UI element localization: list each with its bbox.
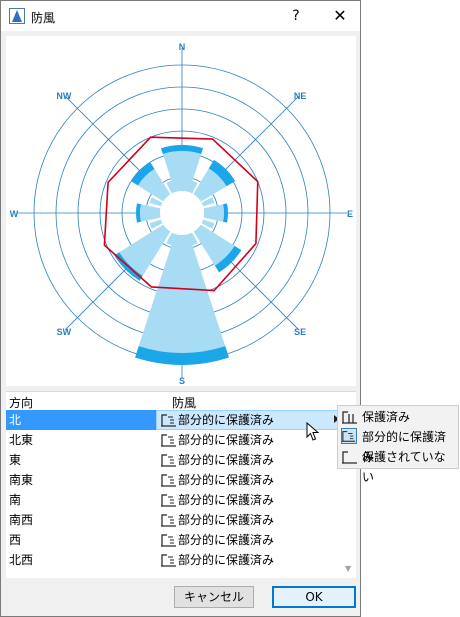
- submenu-item-unprotected[interactable]: 保護されていない: [340, 447, 456, 484]
- row-protection-label: 部分的に保護済み: [178, 493, 275, 507]
- list-row-west[interactable]: 西 部分的に保護済み: [6, 530, 341, 550]
- direction-label-s: S: [179, 376, 185, 386]
- help-button[interactable]: ?: [279, 1, 313, 31]
- row-direction: 南: [9, 493, 22, 507]
- partially-protected-icon: [161, 534, 176, 547]
- direction-label-w: W: [10, 209, 19, 219]
- row-protection-dropdown[interactable]: 部分的に保護済み: [156, 530, 341, 550]
- direction-label-sw: SW: [57, 327, 72, 337]
- list-header: 方向 防風: [6, 392, 356, 410]
- row-protection-label: 部分的に保護済み: [178, 413, 275, 427]
- direction-column-header: 方向: [9, 396, 34, 410]
- row-protection-dropdown[interactable]: 部分的に保護済み: [156, 550, 341, 570]
- list-row-southeast[interactable]: 南東 部分的に保護済み: [6, 470, 341, 490]
- row-direction: 北: [6, 410, 156, 430]
- list-row-northwest[interactable]: 北西 部分的に保護済み: [6, 550, 341, 570]
- row-direction: 南東: [9, 473, 34, 487]
- list-row-south[interactable]: 南 部分的に保護済み: [6, 490, 341, 510]
- protection-column-header: 防風: [172, 396, 197, 410]
- protection-submenu: 保護済み 部分的に保護済み 保護されていない: [337, 405, 459, 484]
- fully-protected-icon: [342, 411, 357, 424]
- row-protection-dropdown[interactable]: 部分的に保護済み: [156, 470, 341, 490]
- row-direction: 北東: [9, 433, 34, 447]
- row-protection-label: 部分的に保護済み: [178, 473, 275, 487]
- partially-protected-icon: [161, 474, 176, 487]
- scroll-down-arrow-icon[interactable]: ▼: [345, 564, 351, 573]
- list-row-north[interactable]: 北 部分的に保護済み: [6, 410, 341, 430]
- wind-rose-chart: N NE E SE S SW W NW: [6, 36, 356, 386]
- direction-label-n: N: [179, 42, 186, 52]
- direction-label-e: E: [347, 209, 353, 219]
- cancel-button[interactable]: キャンセル: [174, 586, 254, 608]
- row-direction: 南西: [9, 513, 34, 527]
- partially-protected-icon: [161, 514, 176, 527]
- window-title: 防風: [31, 11, 56, 25]
- row-protection-dropdown[interactable]: 部分的に保護済み: [156, 510, 341, 530]
- row-direction: 北西: [9, 553, 34, 567]
- title-bar: 防風 ? ✕: [1, 1, 360, 31]
- list-row-east[interactable]: 東 部分的に保護済み: [6, 450, 341, 470]
- row-protection-dropdown[interactable]: 部分的に保護済み: [156, 490, 341, 510]
- partially-protected-icon: [341, 428, 357, 444]
- app-icon: [9, 8, 25, 24]
- list-row-northeast[interactable]: 北東 部分的に保護済み: [6, 430, 341, 450]
- submenu-item-label: 保護済み: [362, 410, 411, 424]
- row-direction: 東: [9, 453, 22, 467]
- partially-protected-icon: [161, 414, 176, 427]
- close-button[interactable]: ✕: [321, 1, 359, 31]
- row-protection-dropdown[interactable]: 部分的に保護済み: [156, 450, 341, 470]
- wind-rose-svg: N NE E SE S SW W NW: [10, 42, 353, 386]
- row-protection-label: 部分的に保護済み: [178, 533, 275, 547]
- row-protection-label: 部分的に保護済み: [178, 553, 275, 567]
- unprotected-icon: [342, 451, 357, 464]
- partially-protected-icon: [161, 454, 176, 467]
- partially-protected-icon: [161, 434, 176, 447]
- direction-label-ne: NE: [294, 91, 307, 101]
- direction-list: 方向 防風 北 部分的に保護済み 北東 部分的に保護済み 東 部分的に保護済み: [6, 391, 356, 578]
- row-protection-label: 部分的に保護済み: [178, 513, 275, 527]
- ok-button[interactable]: OK: [272, 586, 356, 608]
- list-row-southwest[interactable]: 南西 部分的に保護済み: [6, 510, 341, 530]
- row-protection-label: 部分的に保護済み: [178, 453, 275, 467]
- row-direction: 西: [9, 533, 22, 547]
- submenu-item-partially-protected[interactable]: 部分的に保護済み: [340, 427, 456, 464]
- partially-protected-icon: [161, 554, 176, 567]
- submenu-item-protected[interactable]: 保護済み: [340, 407, 456, 427]
- rose-center: [160, 191, 204, 235]
- petal-w-light: [140, 204, 161, 222]
- submenu-item-label: 保護されていない: [362, 450, 446, 484]
- partially-protected-icon: [161, 494, 176, 507]
- petal-e-light: [203, 204, 225, 222]
- wind-protection-dialog: 防風 ? ✕ N NE E SE S SW W NW 方向 防風 北 部分的に保護済み 北東 …: [0, 0, 361, 617]
- direction-label-nw: NW: [56, 91, 71, 101]
- mouse-cursor-icon: [306, 422, 320, 441]
- row-protection-label: 部分的に保護済み: [178, 433, 275, 447]
- direction-label-se: SE: [294, 327, 306, 337]
